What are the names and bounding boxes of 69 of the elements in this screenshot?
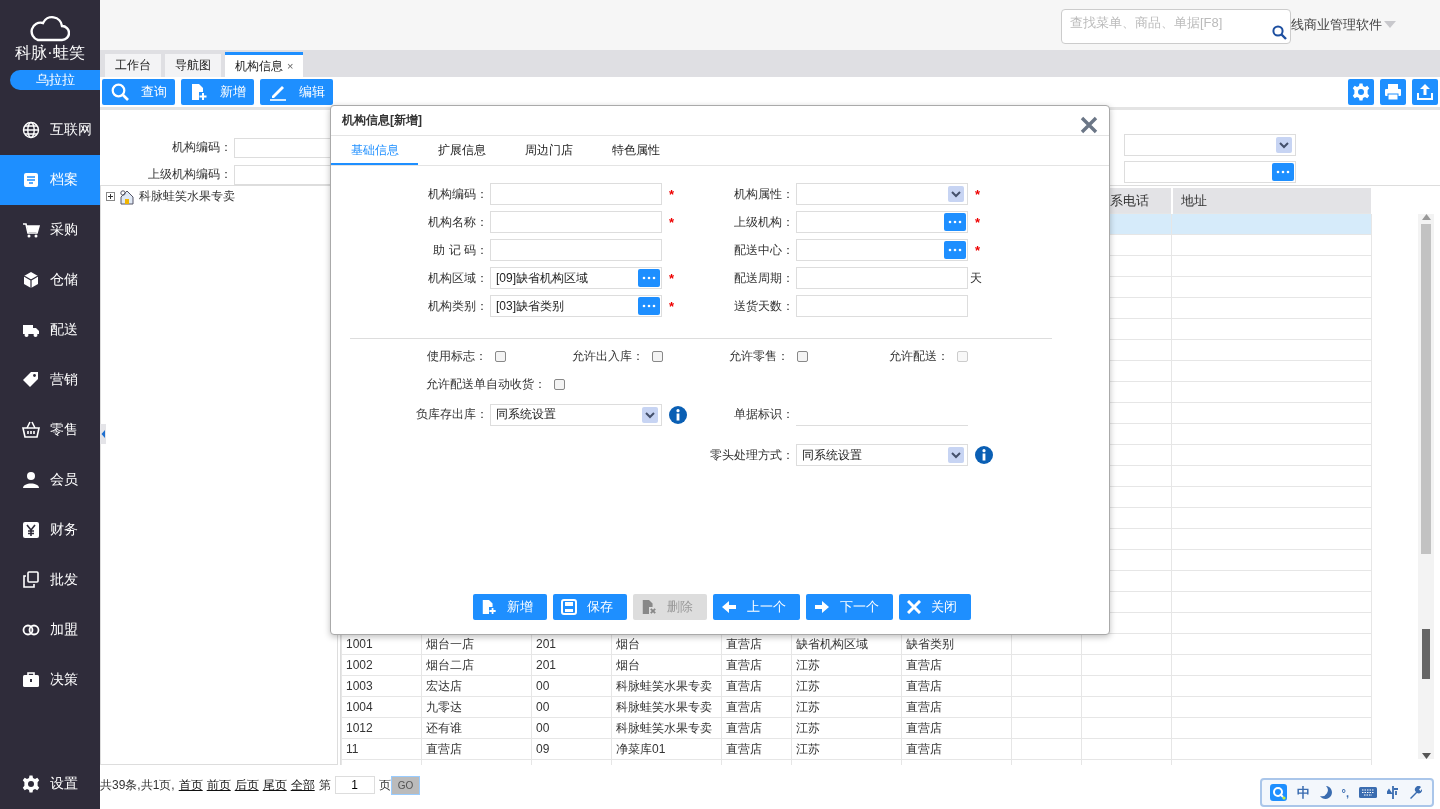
table-cell: 科脉蛙笑水果专卖 <box>611 675 722 697</box>
field-label: 单据标识： <box>733 406 794 423</box>
unit-label: 天 <box>970 269 982 287</box>
table-cell: 直营店 <box>721 738 792 760</box>
table-cell: 直营店 <box>721 696 792 718</box>
table-cell: 宏达店 <box>421 675 532 697</box>
checkbox-label: 允许配送： <box>889 347 949 365</box>
table-cell: 00 <box>531 675 612 697</box>
table-cell: 直营店 <box>901 654 1012 676</box>
product-name: 线商业管理软件 <box>1291 16 1382 34</box>
page-label: 页 <box>378 776 391 794</box>
table-cell: 直营店 <box>901 717 1012 739</box>
table-cell: 江苏 <box>791 675 902 697</box>
table-cell: 11 <box>341 738 422 760</box>
table-cell: 直营店 <box>901 738 1012 760</box>
field-label: 送货天数： <box>733 297 794 315</box>
page-label: 第 <box>318 776 331 794</box>
table-cell: 江苏 <box>791 696 902 718</box>
field-label: 配送中心： <box>733 241 794 259</box>
filter-label: 上级机构编码： <box>147 166 232 183</box>
field-label: 机构属性： <box>733 185 794 203</box>
field-label: 负库存出库： <box>415 406 488 423</box>
checkbox-label: 允许出入库： <box>572 347 644 365</box>
table-cell: 烟台二店 <box>421 654 532 676</box>
required-mark: * <box>975 186 981 202</box>
required-mark: * <box>975 214 981 230</box>
table-cell: 九零达 <box>421 696 532 718</box>
field-label: 机构类别： <box>427 297 488 315</box>
table-cell: 科脉蛙笑水果专卖 <box>611 717 722 739</box>
table-cell: 1003 <box>341 675 422 697</box>
field-label: 机构区域： <box>427 269 488 287</box>
table-cell: 江苏 <box>791 654 902 676</box>
filter-label: 机构编码： <box>171 139 232 156</box>
field-label: 上级机构： <box>733 213 794 231</box>
field-label: 零头处理方式： <box>709 446 794 464</box>
required-mark: * <box>669 186 675 202</box>
table-cell: 净菜库01 <box>611 738 722 760</box>
field-label: 助 记 码： <box>432 241 488 259</box>
table-cell: 1002 <box>341 654 422 676</box>
table-cell: 09 <box>531 738 612 760</box>
table-cell: 00 <box>531 696 612 718</box>
field-label: 机构编码： <box>427 185 488 203</box>
table-cell: 直营店 <box>421 738 532 760</box>
table-cell: 烟台 <box>611 654 722 676</box>
required-mark: * <box>669 214 675 230</box>
table-cell: 直营店 <box>721 717 792 739</box>
field-label: 机构名称： <box>427 213 488 231</box>
table-cell: 1004 <box>341 696 422 718</box>
brand-name: 科脉·蛙笑 <box>15 43 85 63</box>
table-cell: 直营店 <box>721 654 792 676</box>
table-cell: 江苏 <box>791 738 902 760</box>
table-cell: 直营店 <box>901 696 1012 718</box>
record-summary: 共39条,共1页, <box>100 776 175 794</box>
table-cell: 1012 <box>341 717 422 739</box>
field-label: 配送周期： <box>733 269 794 287</box>
required-mark: * <box>975 242 981 258</box>
table-cell: 00 <box>531 717 612 739</box>
table-cell: 还有谁 <box>421 717 532 739</box>
dialog-title: 机构信息[新增] <box>342 112 422 129</box>
table-cell: 直营店 <box>721 675 792 697</box>
table-cell: 科脉蛙笑水果专卖 <box>611 696 722 718</box>
table-cell: 江苏 <box>791 717 902 739</box>
checkbox-label: 允许零售： <box>729 347 789 365</box>
required-mark: * <box>669 298 675 314</box>
checkbox-label: 使用标志： <box>427 347 487 365</box>
table-cell: 直营店 <box>901 675 1012 697</box>
required-mark: * <box>669 270 675 286</box>
table-cell: 201 <box>531 654 612 676</box>
checkbox-label: 允许配送单自动收货： <box>426 376 546 393</box>
